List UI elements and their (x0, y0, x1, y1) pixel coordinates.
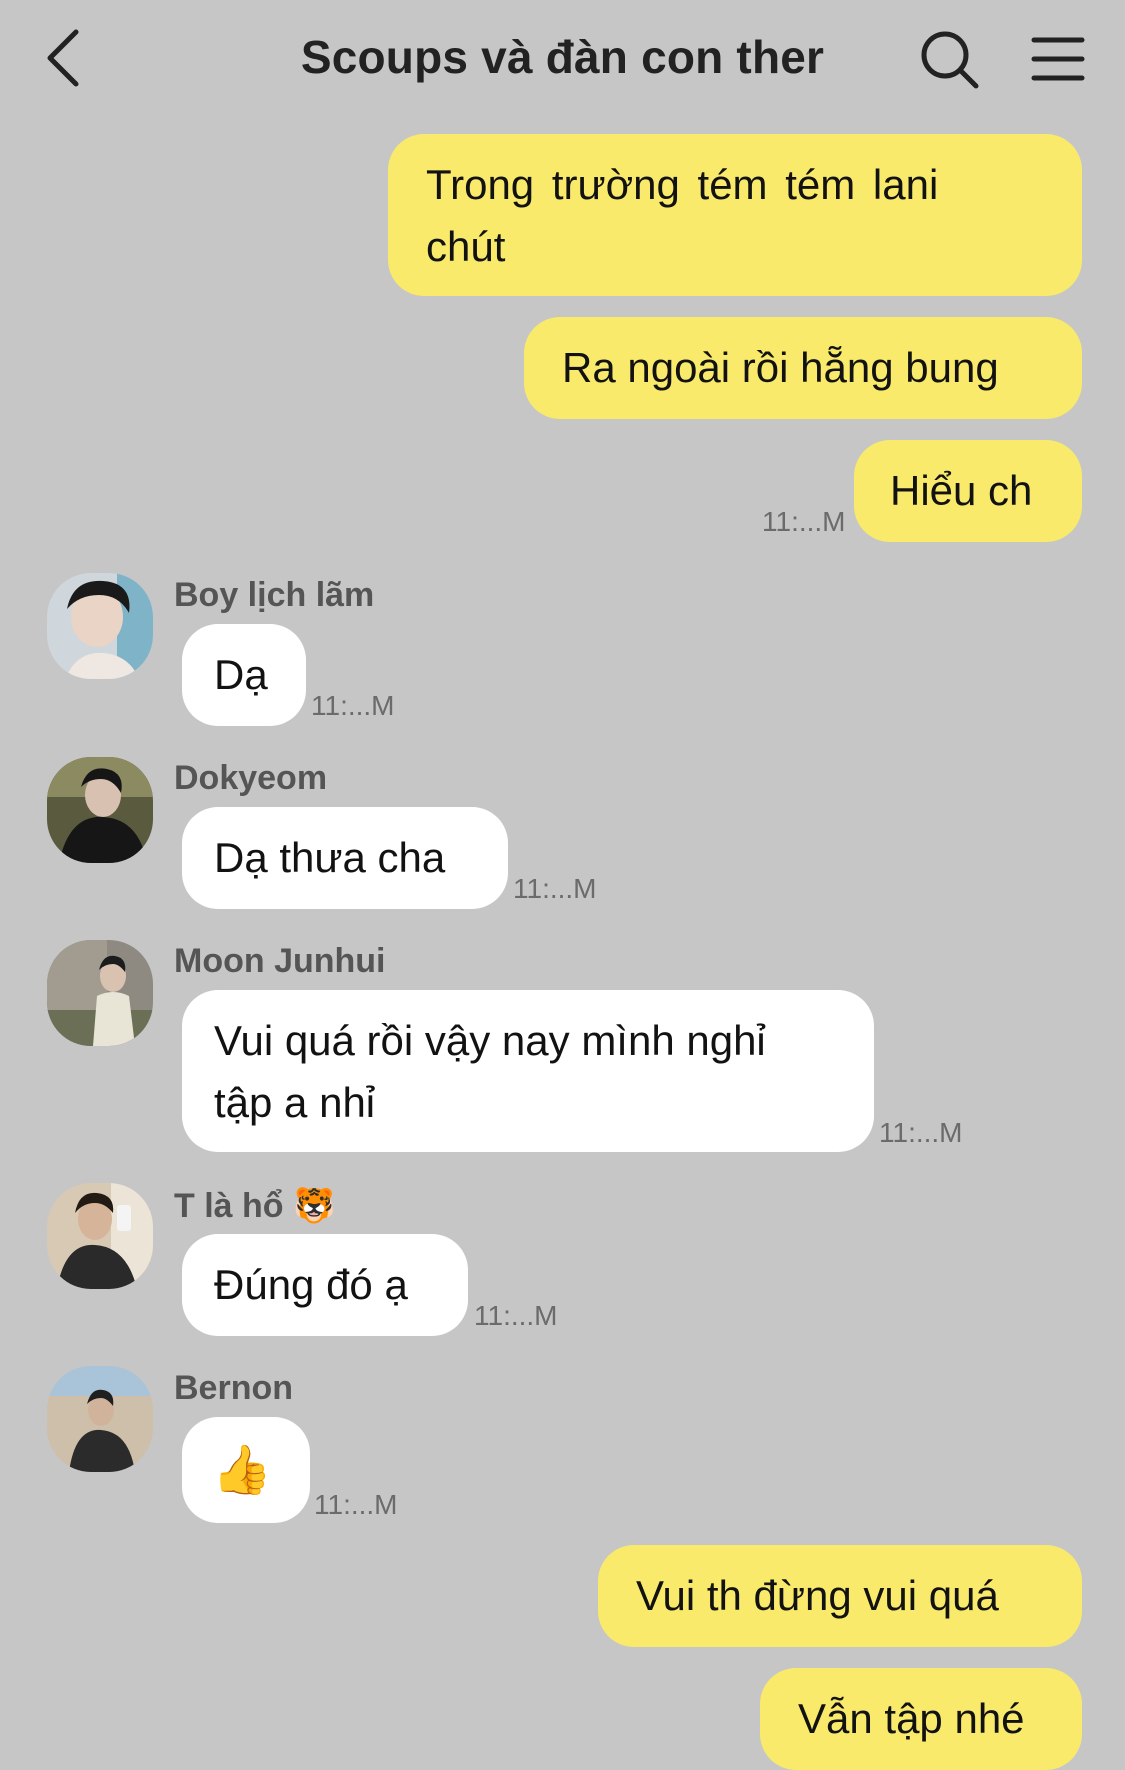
message-text: Trong trường tém tém lani (426, 161, 939, 208)
message-time: 11:...M (879, 1117, 963, 1148)
my-message-bubble[interactable]: Trong trường tém tém lani chút (388, 134, 1082, 296)
their-message-bubble[interactable]: Dạ (182, 624, 306, 726)
avatar[interactable] (47, 757, 153, 863)
message-text: Vui th đừng vui quá (636, 1572, 999, 1619)
message-time: 11:...M (311, 690, 395, 721)
search-button[interactable] (918, 28, 982, 92)
my-message-bubble[interactable]: Vui th đừng vui quá (598, 1545, 1082, 1647)
tiger-emoji: 🐯 (293, 1186, 336, 1226)
message-text: tập a nhỉ (214, 1079, 376, 1126)
their-message-bubble[interactable]: 👍 (182, 1417, 310, 1523)
their-message-bubble[interactable]: Dạ thưa cha (182, 807, 508, 909)
message-text: Ra ngoài rồi hẵng bung (562, 344, 999, 391)
message-text: Hiểu ch (890, 467, 1033, 514)
message-time: 11:...M (762, 506, 846, 537)
their-message-bubble[interactable]: Đúng đó ạ (182, 1234, 468, 1336)
sender-name-text: T là hổ (174, 1187, 284, 1225)
message-text: Dạ thưa cha (214, 834, 446, 881)
my-message-bubble[interactable]: Ra ngoài rồi hẵng bung (524, 317, 1082, 419)
menu-button[interactable] (1030, 34, 1086, 84)
message-text: chút (426, 223, 506, 270)
my-message-bubble[interactable]: Hiểu ch (854, 440, 1082, 542)
thumbs-up-emoji: 👍 (212, 1442, 272, 1498)
sender-name: T là hổ 🐯 (174, 1186, 335, 1226)
hamburger-menu-icon (1031, 37, 1085, 81)
avatar[interactable] (47, 1366, 153, 1472)
sender-name: Dokyeom (174, 759, 328, 797)
sender-name: Moon Junhui (174, 942, 386, 980)
message-time: 11:...M (513, 873, 597, 904)
message-time: 11:...M (314, 1489, 398, 1520)
avatar[interactable] (47, 1183, 153, 1289)
message-text: Vui quá rồi vậy nay mình nghỉ (214, 1017, 766, 1064)
chat-header: Scoups và đàn con ther (0, 0, 1125, 120)
message-text: Vẫn tập nhé (798, 1695, 1025, 1742)
message-text: Dạ (214, 651, 268, 698)
avatar[interactable] (47, 940, 153, 1046)
sender-name: Bernon (174, 1369, 293, 1407)
message-time: 11:...M (474, 1300, 558, 1331)
sender-name: Boy lịch lãm (174, 576, 375, 614)
my-message-bubble[interactable]: Vẫn tập nhé (760, 1668, 1082, 1770)
avatar[interactable] (47, 573, 153, 679)
their-message-bubble[interactable]: Vui quá rồi vậy nay mình nghỉ tập a nhỉ (182, 990, 874, 1152)
message-text: Đúng đó ạ (214, 1261, 408, 1308)
search-icon (921, 31, 979, 89)
